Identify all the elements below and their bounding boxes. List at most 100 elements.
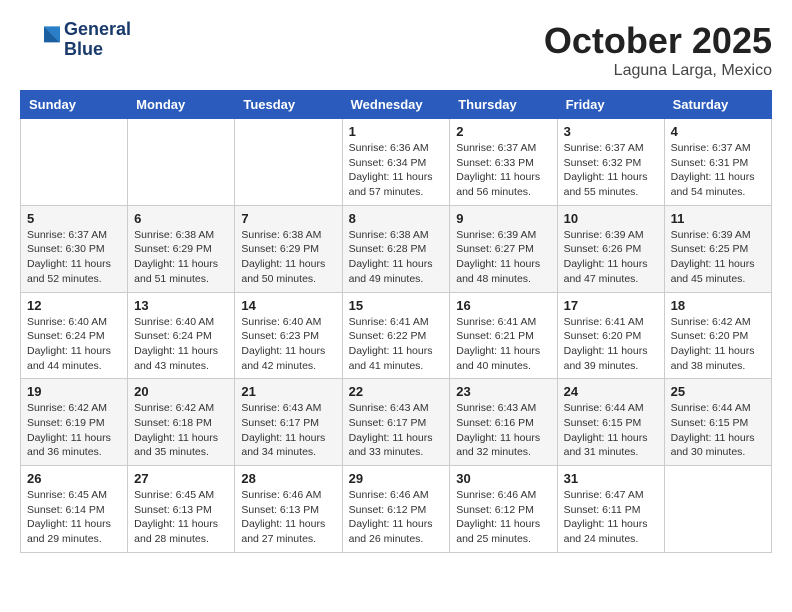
day-number: 27 xyxy=(134,471,228,486)
weekday-header: Friday xyxy=(557,91,664,119)
day-number: 30 xyxy=(456,471,550,486)
calendar-cell xyxy=(128,119,235,206)
day-info: Sunrise: 6:40 AM Sunset: 6:24 PM Dayligh… xyxy=(27,315,121,374)
calendar-table: SundayMondayTuesdayWednesdayThursdayFrid… xyxy=(20,90,772,553)
day-number: 8 xyxy=(349,211,444,226)
day-info: Sunrise: 6:44 AM Sunset: 6:15 PM Dayligh… xyxy=(564,401,658,460)
day-info: Sunrise: 6:41 AM Sunset: 6:20 PM Dayligh… xyxy=(564,315,658,374)
day-number: 22 xyxy=(349,384,444,399)
calendar-cell: 9 Sunrise: 6:39 AM Sunset: 6:27 PM Daylig… xyxy=(450,205,557,292)
day-info: Sunrise: 6:37 AM Sunset: 6:32 PM Dayligh… xyxy=(564,141,658,200)
day-info: Sunrise: 6:45 AM Sunset: 6:14 PM Dayligh… xyxy=(27,488,121,547)
calendar-cell: 30 Sunrise: 6:46 AM Sunset: 6:12 PM Dayli… xyxy=(450,466,557,553)
day-number: 1 xyxy=(349,124,444,139)
day-info: Sunrise: 6:37 AM Sunset: 6:31 PM Dayligh… xyxy=(671,141,765,200)
day-number: 7 xyxy=(241,211,335,226)
calendar-cell xyxy=(235,119,342,206)
calendar-cell xyxy=(664,466,771,553)
calendar-cell: 11 Sunrise: 6:39 AM Sunset: 6:25 PM Dayli… xyxy=(664,205,771,292)
day-info: Sunrise: 6:39 AM Sunset: 6:27 PM Dayligh… xyxy=(456,228,550,287)
location: Laguna Larga, Mexico xyxy=(544,62,772,80)
weekday-header: Saturday xyxy=(664,91,771,119)
day-info: Sunrise: 6:43 AM Sunset: 6:16 PM Dayligh… xyxy=(456,401,550,460)
day-info: Sunrise: 6:41 AM Sunset: 6:21 PM Dayligh… xyxy=(456,315,550,374)
calendar-cell: 5 Sunrise: 6:37 AM Sunset: 6:30 PM Daylig… xyxy=(21,205,128,292)
day-info: Sunrise: 6:38 AM Sunset: 6:29 PM Dayligh… xyxy=(134,228,228,287)
day-info: Sunrise: 6:44 AM Sunset: 6:15 PM Dayligh… xyxy=(671,401,765,460)
calendar-week-row: 12Sunrise: 6:40 AM Sunset: 6:24 PM Dayli… xyxy=(21,292,772,379)
calendar-cell: 25 Sunrise: 6:44 AM Sunset: 6:15 PM Dayli… xyxy=(664,379,771,466)
day-info: Sunrise: 6:43 AM Sunset: 6:17 PM Dayligh… xyxy=(241,401,335,460)
day-number: 9 xyxy=(456,211,550,226)
day-number: 4 xyxy=(671,124,765,139)
day-info: Sunrise: 6:46 AM Sunset: 6:13 PM Dayligh… xyxy=(241,488,335,547)
calendar-week-row: 5 Sunrise: 6:37 AM Sunset: 6:30 PM Daylig… xyxy=(21,205,772,292)
calendar-cell: 6 Sunrise: 6:38 AM Sunset: 6:29 PM Daylig… xyxy=(128,205,235,292)
weekday-header-row: SundayMondayTuesdayWednesdayThursdayFrid… xyxy=(21,91,772,119)
day-number: 28 xyxy=(241,471,335,486)
day-info: Sunrise: 6:46 AM Sunset: 6:12 PM Dayligh… xyxy=(456,488,550,547)
calendar-cell: 20Sunrise: 6:42 AM Sunset: 6:18 PM Dayli… xyxy=(128,379,235,466)
logo: General Blue xyxy=(20,20,131,60)
logo-text: General Blue xyxy=(64,20,131,60)
calendar-cell: 13 Sunrise: 6:40 AM Sunset: 6:24 PM Dayli… xyxy=(128,292,235,379)
day-number: 17 xyxy=(564,298,658,313)
day-info: Sunrise: 6:46 AM Sunset: 6:12 PM Dayligh… xyxy=(349,488,444,547)
day-info: Sunrise: 6:39 AM Sunset: 6:26 PM Dayligh… xyxy=(564,228,658,287)
day-number: 5 xyxy=(27,211,121,226)
weekday-header: Thursday xyxy=(450,91,557,119)
day-number: 6 xyxy=(134,211,228,226)
day-number: 23 xyxy=(456,384,550,399)
calendar-cell: 1Sunrise: 6:36 AM Sunset: 6:34 PM Daylig… xyxy=(342,119,450,206)
calendar-cell: 21 Sunrise: 6:43 AM Sunset: 6:17 PM Dayli… xyxy=(235,379,342,466)
calendar-week-row: 26 Sunrise: 6:45 AM Sunset: 6:14 PM Dayli… xyxy=(21,466,772,553)
day-number: 3 xyxy=(564,124,658,139)
day-info: Sunrise: 6:40 AM Sunset: 6:24 PM Dayligh… xyxy=(134,315,228,374)
day-number: 10 xyxy=(564,211,658,226)
day-info: Sunrise: 6:38 AM Sunset: 6:29 PM Dayligh… xyxy=(241,228,335,287)
day-number: 20 xyxy=(134,384,228,399)
calendar-cell xyxy=(21,119,128,206)
calendar-cell: 3 Sunrise: 6:37 AM Sunset: 6:32 PM Daylig… xyxy=(557,119,664,206)
day-number: 25 xyxy=(671,384,765,399)
weekday-header: Wednesday xyxy=(342,91,450,119)
calendar-cell: 17 Sunrise: 6:41 AM Sunset: 6:20 PM Dayli… xyxy=(557,292,664,379)
day-number: 29 xyxy=(349,471,444,486)
day-info: Sunrise: 6:43 AM Sunset: 6:17 PM Dayligh… xyxy=(349,401,444,460)
day-number: 15 xyxy=(349,298,444,313)
day-info: Sunrise: 6:41 AM Sunset: 6:22 PM Dayligh… xyxy=(349,315,444,374)
calendar-cell: 31Sunrise: 6:47 AM Sunset: 6:11 PM Dayli… xyxy=(557,466,664,553)
calendar-week-row: 19Sunrise: 6:42 AM Sunset: 6:19 PM Dayli… xyxy=(21,379,772,466)
month-title: October 2025 xyxy=(544,20,772,62)
weekday-header: Tuesday xyxy=(235,91,342,119)
day-number: 14 xyxy=(241,298,335,313)
calendar-cell: 27 Sunrise: 6:45 AM Sunset: 6:13 PM Dayli… xyxy=(128,466,235,553)
day-info: Sunrise: 6:45 AM Sunset: 6:13 PM Dayligh… xyxy=(134,488,228,547)
calendar-cell: 29 Sunrise: 6:46 AM Sunset: 6:12 PM Dayli… xyxy=(342,466,450,553)
page-header: General Blue October 2025 Laguna Larga, … xyxy=(20,20,772,80)
calendar-cell: 14Sunrise: 6:40 AM Sunset: 6:23 PM Dayli… xyxy=(235,292,342,379)
day-number: 18 xyxy=(671,298,765,313)
day-number: 11 xyxy=(671,211,765,226)
day-info: Sunrise: 6:38 AM Sunset: 6:28 PM Dayligh… xyxy=(349,228,444,287)
calendar-cell: 10 Sunrise: 6:39 AM Sunset: 6:26 PM Dayli… xyxy=(557,205,664,292)
calendar-cell: 22 Sunrise: 6:43 AM Sunset: 6:17 PM Dayli… xyxy=(342,379,450,466)
calendar-week-row: 1Sunrise: 6:36 AM Sunset: 6:34 PM Daylig… xyxy=(21,119,772,206)
day-info: Sunrise: 6:37 AM Sunset: 6:30 PM Dayligh… xyxy=(27,228,121,287)
calendar-cell: 12Sunrise: 6:40 AM Sunset: 6:24 PM Dayli… xyxy=(21,292,128,379)
logo-icon xyxy=(20,20,60,60)
day-number: 21 xyxy=(241,384,335,399)
day-number: 16 xyxy=(456,298,550,313)
day-info: Sunrise: 6:42 AM Sunset: 6:20 PM Dayligh… xyxy=(671,315,765,374)
weekday-header: Monday xyxy=(128,91,235,119)
day-number: 26 xyxy=(27,471,121,486)
calendar-cell: 15 Sunrise: 6:41 AM Sunset: 6:22 PM Dayli… xyxy=(342,292,450,379)
calendar-cell: 16 Sunrise: 6:41 AM Sunset: 6:21 PM Dayli… xyxy=(450,292,557,379)
calendar-cell: 26 Sunrise: 6:45 AM Sunset: 6:14 PM Dayli… xyxy=(21,466,128,553)
calendar-cell: 7 Sunrise: 6:38 AM Sunset: 6:29 PM Daylig… xyxy=(235,205,342,292)
calendar-cell: 4 Sunrise: 6:37 AM Sunset: 6:31 PM Daylig… xyxy=(664,119,771,206)
day-info: Sunrise: 6:39 AM Sunset: 6:25 PM Dayligh… xyxy=(671,228,765,287)
calendar-cell: 23 Sunrise: 6:43 AM Sunset: 6:16 PM Dayli… xyxy=(450,379,557,466)
day-info: Sunrise: 6:37 AM Sunset: 6:33 PM Dayligh… xyxy=(456,141,550,200)
day-number: 13 xyxy=(134,298,228,313)
